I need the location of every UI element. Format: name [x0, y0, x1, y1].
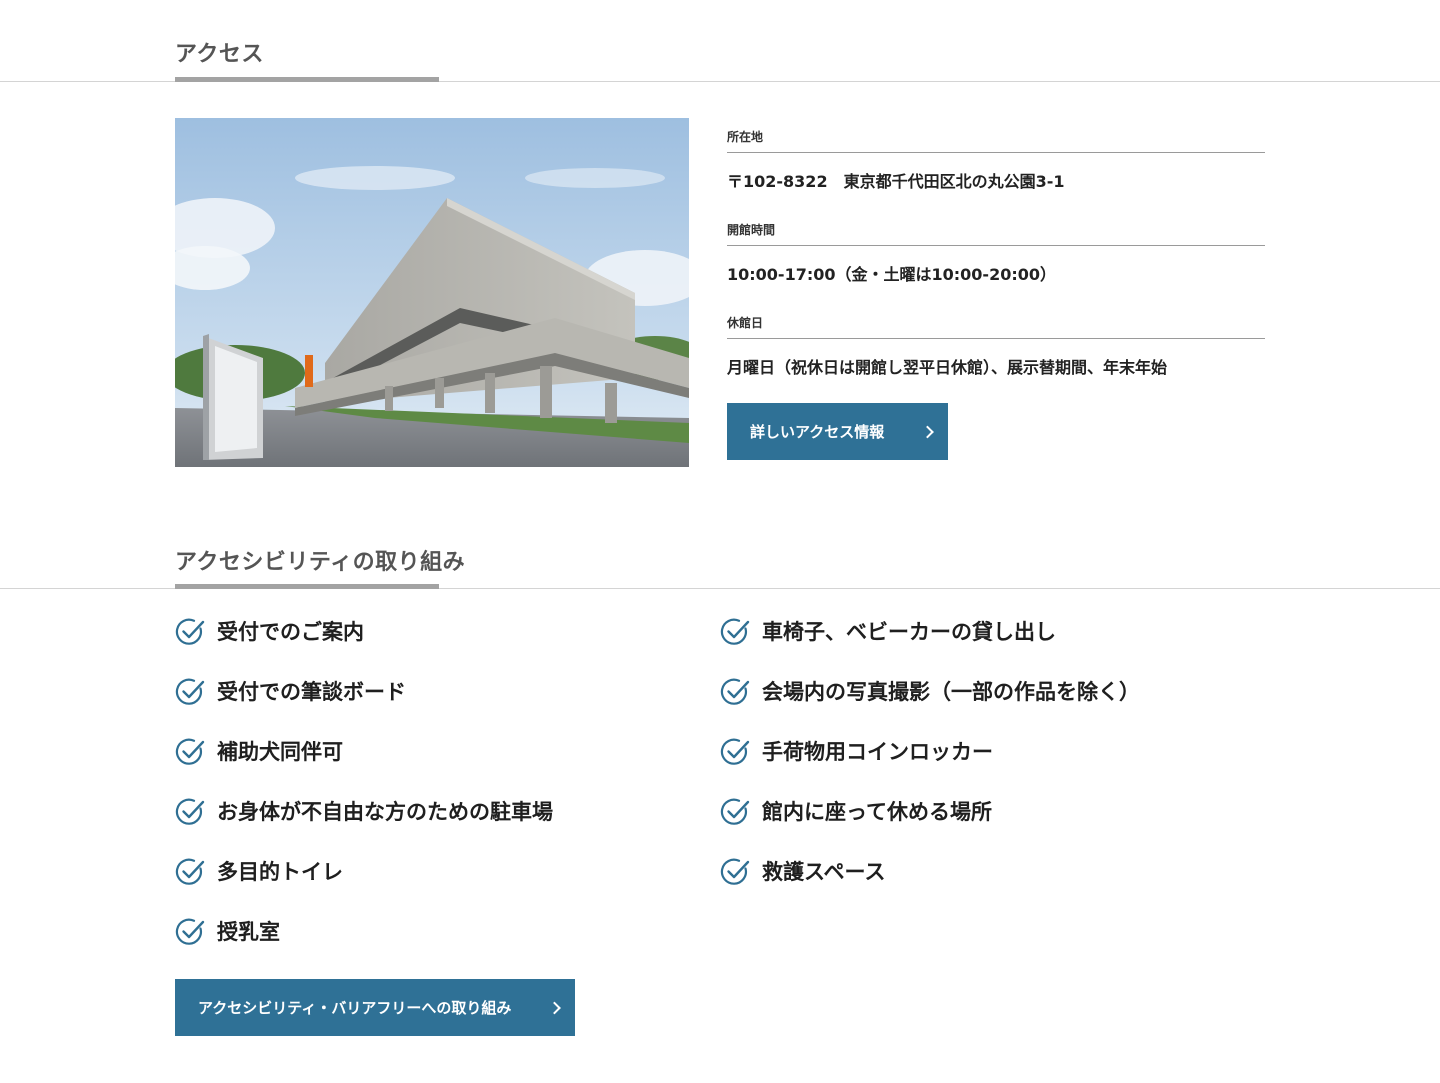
- accessibility-item-label: 手荷物用コインロッカー: [762, 740, 993, 764]
- check-circle-icon: [720, 678, 750, 705]
- accessibility-item-label: 補助犬同伴可: [217, 740, 343, 764]
- chevron-right-icon: [921, 425, 934, 438]
- closed-days-value: 月曜日（祝休日は開館し翌平日休館）、展示替期間、年末年始: [727, 358, 1168, 377]
- accessibility-list-right: 車椅子、ベビーカーの貸し出し会場内の写真撮影（一部の作品を除く） 手荷物用コインロ…: [720, 617, 1140, 917]
- access-title-underline: [175, 77, 439, 82]
- closed-days-block: 休館日 月曜日（祝休日は開館し翌平日休館）、展示替期間、年末年始: [727, 314, 1265, 378]
- chevron-right-icon: [548, 1001, 561, 1014]
- accessibility-list-item: 補助犬同伴可: [175, 737, 553, 797]
- accessibility-item-label: 救護スペース: [762, 860, 886, 884]
- accessibility-list-item: お身体が不自由な方のための駐車場: [175, 797, 553, 857]
- hours-label: 開館時間: [727, 221, 1265, 246]
- accessibility-button-label: アクセシビリティ・バリアフリーへの取り組み: [198, 999, 512, 1017]
- accessibility-item-label: お身体が不自由な方のための駐車場: [217, 800, 553, 824]
- address-label: 所在地: [727, 128, 1265, 153]
- check-circle-icon: [720, 738, 750, 765]
- accessibility-item-label: 車椅子、ベビーカーの貸し出し: [762, 620, 1056, 644]
- address-value: 〒102-8322 東京都千代田区北の丸公園3-1: [727, 172, 1065, 191]
- check-circle-icon: [175, 678, 205, 705]
- accessibility-list-left: 受付でのご案内受付での筆談ボード 補助犬同伴可お身体が不自由な方のための駐車場 多目…: [175, 617, 553, 977]
- access-details-button[interactable]: 詳しいアクセス情報: [727, 403, 948, 460]
- access-section-title: アクセス: [175, 42, 264, 67]
- hours-block: 開館時間 10:00-17:00（金・土曜は10:00-20:00）: [727, 221, 1265, 285]
- check-circle-icon: [175, 738, 205, 765]
- check-circle-icon: [175, 918, 205, 945]
- check-circle-icon: [720, 798, 750, 825]
- closed-days-label: 休館日: [727, 314, 1265, 339]
- accessibility-list-item: 多目的トイレ: [175, 857, 553, 917]
- hours-value: 10:00-17:00（金・土曜は10:00-20:00）: [727, 265, 1057, 284]
- check-circle-icon: [175, 798, 205, 825]
- check-circle-icon: [720, 858, 750, 885]
- accessibility-list-item: 受付での筆談ボード: [175, 677, 553, 737]
- accessibility-list-item: 受付でのご案内: [175, 617, 553, 677]
- accessibility-list-item: 会場内の写真撮影（一部の作品を除く）: [720, 677, 1140, 737]
- accessibility-section-title: アクセシビリティの取り組み: [175, 550, 466, 575]
- museum-building-photo-icon: [175, 118, 689, 467]
- accessibility-item-label: 受付でのご案内: [217, 620, 364, 644]
- check-circle-icon: [175, 858, 205, 885]
- museum-photo: [175, 118, 689, 467]
- accessibility-section-header: アクセシビリティの取り組み: [0, 507, 1440, 589]
- address-block: 所在地 〒102-8322 東京都千代田区北の丸公園3-1: [727, 128, 1265, 192]
- accessibility-list-item: 授乳室: [175, 917, 553, 977]
- accessibility-title-underline: [175, 584, 439, 589]
- access-details-button-label: 詳しいアクセス情報: [750, 423, 885, 441]
- accessibility-barrier-free-button[interactable]: アクセシビリティ・バリアフリーへの取り組み: [175, 979, 575, 1036]
- accessibility-item-label: 多目的トイレ: [217, 860, 343, 884]
- accessibility-list-item: 救護スペース: [720, 857, 1140, 917]
- check-circle-icon: [720, 618, 750, 645]
- accessibility-item-label: 館内に座って休める場所: [762, 800, 992, 824]
- accessibility-item-label: 授乳室: [217, 920, 280, 944]
- accessibility-list-item: 車椅子、ベビーカーの貸し出し: [720, 617, 1140, 677]
- accessibility-list-item: 館内に座って休める場所: [720, 797, 1140, 857]
- check-circle-icon: [175, 618, 205, 645]
- access-section-header: アクセス: [0, 0, 1440, 82]
- accessibility-item-label: 会場内の写真撮影（一部の作品を除く）: [762, 680, 1140, 704]
- accessibility-item-label: 受付での筆談ボード: [217, 680, 406, 704]
- accessibility-list-item: 手荷物用コインロッカー: [720, 737, 1140, 797]
